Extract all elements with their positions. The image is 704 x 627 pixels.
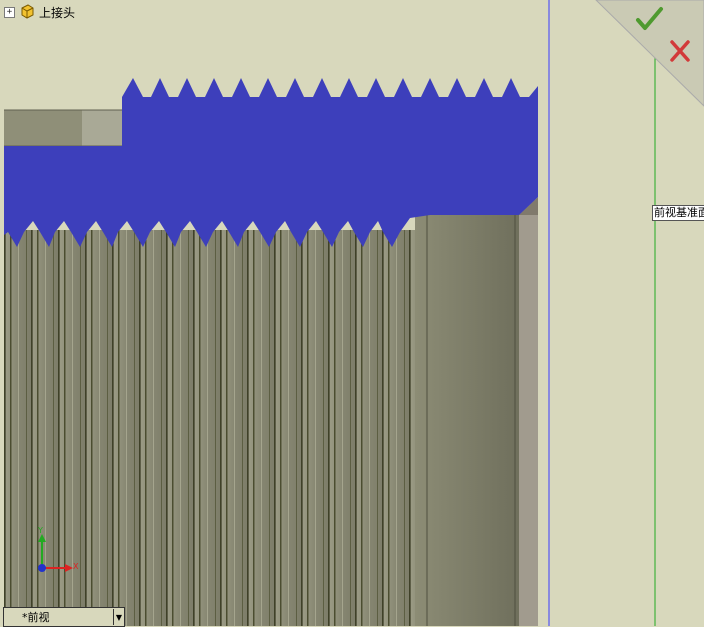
triad-x-label: X bbox=[73, 562, 79, 571]
view-orientation-value: *前视 bbox=[22, 611, 50, 624]
dropdown-arrow-icon[interactable]: ▼ bbox=[113, 609, 124, 625]
part-name[interactable]: 上接头 bbox=[39, 4, 75, 21]
feature-tree: + 上接头 bbox=[4, 3, 75, 21]
confirmation-corner bbox=[595, 0, 704, 107]
expand-toggle[interactable]: + bbox=[4, 6, 15, 18]
triad-y-label: Y bbox=[38, 526, 43, 535]
end-chamfer bbox=[519, 200, 538, 626]
view-orientation-select[interactable]: *前视 ▼ bbox=[3, 607, 125, 627]
model-view bbox=[4, 0, 704, 626]
shoulder-surface bbox=[415, 215, 520, 626]
part-icon bbox=[21, 4, 34, 19]
plane-label: 前视基准面 bbox=[652, 205, 704, 221]
graphics-viewport[interactable]: Y X + 上接头 前视基准面 *前视 ▼ bbox=[0, 0, 704, 627]
